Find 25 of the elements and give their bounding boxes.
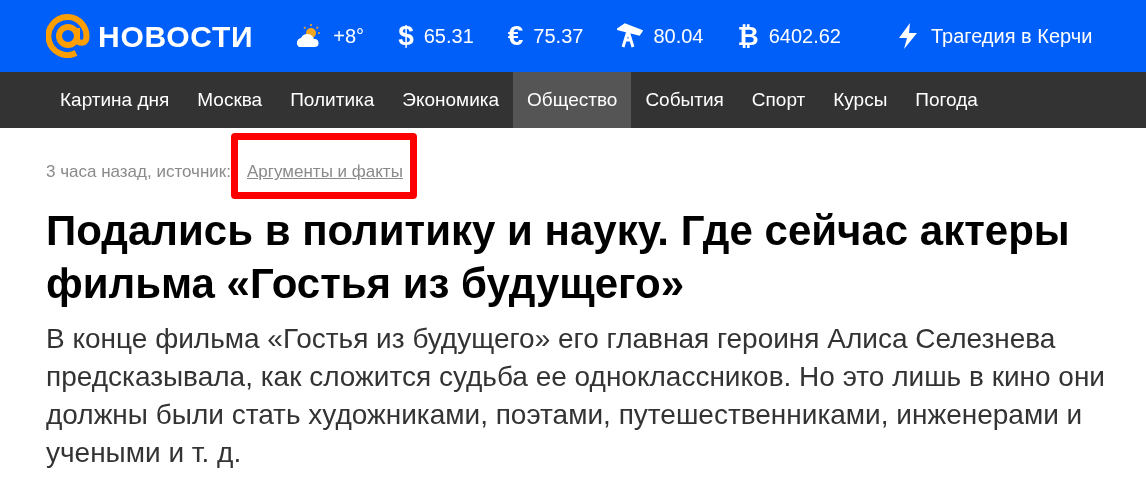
ticker-value[interactable]: 80.04 (653, 21, 704, 51)
article-meta: 3 часа назад, источник: (46, 161, 231, 184)
euro-icon: € (507, 22, 524, 50)
breaking-news-link[interactable]: Трагедия в Керчи (930, 21, 1093, 51)
nav-tab[interactable]: Москва (183, 72, 277, 128)
nav-tab[interactable]: Общество (513, 72, 632, 128)
article-title: Подались в политику и науку. Где сейчас актеры фильма «Гостья из будущего» (46, 206, 1071, 309)
nav-tab[interactable]: Погода (901, 72, 992, 128)
logo-text: НОВОСТИ (98, 18, 254, 55)
oil-pump-icon (617, 23, 644, 49)
nav-tab[interactable]: События (631, 72, 738, 128)
nav-tab[interactable]: Спорт (737, 72, 820, 128)
bitcoin-icon: ₿ (737, 23, 759, 49)
nav-tab[interactable]: Экономика (388, 72, 514, 128)
article-lead: В конце фильма «Гостья из будущего» его главная героиня Алиса Селезнева предсказывала, как сложится судьба ее одноклассников. Но это лишь в кино они должны были стать художниками, поэтами, путешественниками, инженерами и учеными и т. д. (46, 322, 1106, 470)
ticker-value[interactable]: 75.37 (533, 21, 584, 51)
lightning-icon (896, 23, 919, 49)
nav-tab[interactable]: Картина дня (46, 72, 184, 128)
ticker-value[interactable]: 6402.62 (768, 21, 841, 51)
at-sign-logo-icon (46, 14, 90, 58)
dollar-icon: $ (398, 22, 414, 50)
nav-tab[interactable]: Курсы (819, 72, 902, 128)
ticker-value[interactable]: 65.31 (423, 21, 474, 51)
nav-tab[interactable]: Политика (276, 72, 389, 128)
ticker-value[interactable]: +8° (333, 21, 365, 51)
